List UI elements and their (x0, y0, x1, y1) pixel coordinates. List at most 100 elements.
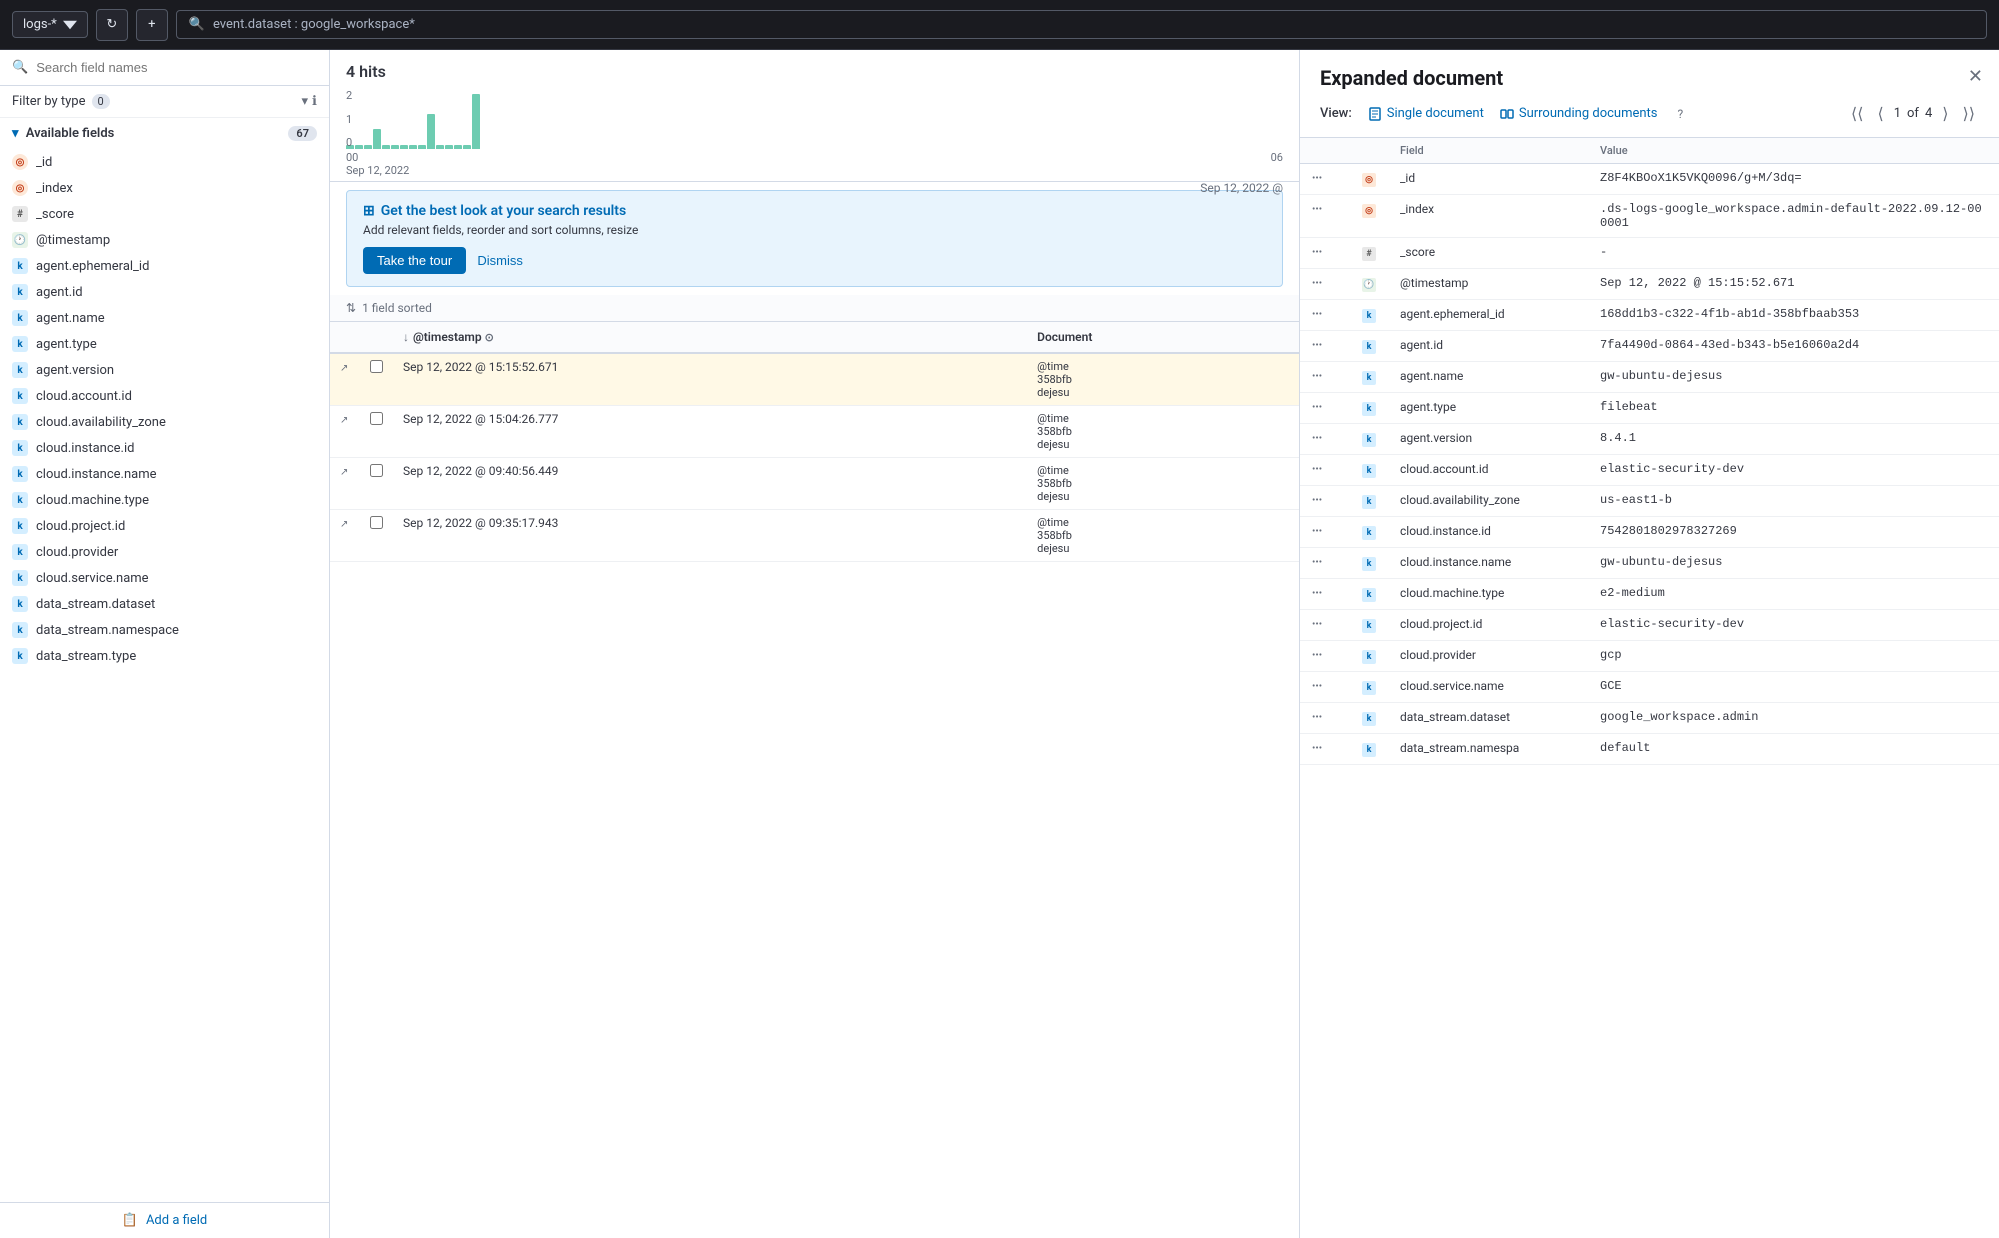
doc-row-actions: ••• (1300, 548, 1350, 579)
doc-cell: @time358bfbdejesu (1027, 406, 1299, 458)
list-item[interactable]: kcloud.machine.type (0, 487, 329, 513)
nav-of: of (1907, 106, 1919, 121)
list-item[interactable]: kagent.ephemeral_id (0, 253, 329, 279)
field-type-icon: k (12, 362, 28, 378)
cycle-button[interactable]: ↻ (96, 9, 128, 41)
doc-row-actions: ••• (1300, 195, 1350, 238)
row-expand[interactable]: ↗ (330, 458, 360, 510)
row-dots: ••• (1312, 588, 1322, 599)
field-type-icon: k (12, 466, 28, 482)
expand-icon[interactable]: ↗ (340, 519, 348, 530)
list-item[interactable]: 🕐@timestamp (0, 227, 329, 253)
doc-field-name: _id (1388, 164, 1588, 195)
field-name: agent.ephemeral_id (36, 259, 149, 274)
chart-bar (364, 145, 372, 149)
help-icon[interactable]: ? (1678, 107, 1684, 121)
search-input[interactable] (36, 60, 317, 75)
row-check[interactable] (360, 510, 393, 562)
list-item[interactable]: ◎_index (0, 175, 329, 201)
field-key-icon: ◎ (1362, 173, 1376, 187)
row-check[interactable] (360, 353, 393, 406)
row-checkbox[interactable] (370, 516, 383, 529)
list-item[interactable]: kagent.version (0, 357, 329, 383)
list-item[interactable]: kdata_stream.namespace (0, 617, 329, 643)
doc-row-actions: ••• (1300, 300, 1350, 331)
doc-field-name: cloud.service.name (1388, 672, 1588, 703)
logs-label: logs-* (23, 17, 57, 32)
chevron-down-icon: ▾ (302, 94, 309, 109)
add-button[interactable]: + (136, 9, 168, 41)
list-item[interactable]: kdata_stream.type (0, 643, 329, 669)
doc-field-name: cloud.provider (1388, 641, 1588, 672)
expand-icon[interactable]: ↗ (340, 415, 348, 426)
list-item[interactable]: kagent.id (0, 279, 329, 305)
row-expand[interactable]: ↗ (330, 406, 360, 458)
row-check[interactable] (360, 458, 393, 510)
expand-icon[interactable]: ↗ (340, 467, 348, 478)
list-item[interactable]: kcloud.account.id (0, 383, 329, 409)
list-item[interactable]: kdata_stream.dataset (0, 591, 329, 617)
field-key-icon: k (1362, 371, 1376, 385)
expand-icon[interactable]: ↗ (340, 363, 348, 374)
list-item[interactable]: #_score (0, 201, 329, 227)
filter-icons[interactable]: ▾ ℹ (302, 94, 317, 109)
list-item[interactable]: kcloud.instance.id (0, 435, 329, 461)
doc-field-value: gw-ubuntu-dejesus (1588, 548, 1999, 579)
list-item[interactable]: kcloud.instance.name (0, 461, 329, 487)
nav-prev-button[interactable]: ⟨ (1873, 102, 1887, 125)
row-expand[interactable]: ↗ (330, 353, 360, 406)
row-dots: ••• (1312, 371, 1322, 382)
list-item[interactable]: kcloud.service.name (0, 565, 329, 591)
row-checkbox[interactable] (370, 412, 383, 425)
doc-row-actions: ••• (1300, 734, 1350, 765)
view-bar: View: Single document Surrounding docume… (1320, 102, 1979, 125)
doc-row-actions: ••• (1300, 362, 1350, 393)
doc-field-row: ••• k cloud.machine.type e2-medium (1300, 579, 1999, 610)
list-item[interactable]: ◎_id (0, 149, 329, 175)
doc-field-value: 8.4.1 (1588, 424, 1999, 455)
row-checkbox[interactable] (370, 464, 383, 477)
chart-bar (400, 145, 408, 149)
row-check[interactable] (360, 406, 393, 458)
nav-first-button[interactable]: ⟨⟨ (1847, 102, 1867, 125)
col-document: Document (1027, 322, 1299, 353)
list-item[interactable]: kagent.type (0, 331, 329, 357)
doc-row-actions: ••• (1300, 641, 1350, 672)
sort-icon: ⇅ (346, 301, 356, 315)
col-timestamp[interactable]: ↓@timestamp ⊙ (393, 322, 1027, 353)
search-icon: 🔍 (12, 60, 28, 75)
row-dots: ••• (1312, 309, 1322, 320)
doc-type-cell: k (1350, 331, 1388, 362)
nav-next-button[interactable]: ⟩ (1938, 102, 1952, 125)
dismiss-button[interactable]: Dismiss (477, 253, 523, 268)
list-item[interactable]: kcloud.availability_zone (0, 409, 329, 435)
chart-bar (382, 145, 390, 149)
list-item[interactable]: kcloud.provider (0, 539, 329, 565)
single-doc-link[interactable]: Single document (1368, 106, 1484, 121)
logs-dropdown[interactable]: logs-* (12, 11, 88, 38)
doc-field-name: agent.type (1388, 393, 1588, 424)
field-name: data_stream.type (36, 649, 136, 664)
take-tour-button[interactable]: Take the tour (363, 247, 466, 274)
doc-type-cell: k (1350, 393, 1388, 424)
row-expand[interactable]: ↗ (330, 510, 360, 562)
row-dots: ••• (1312, 402, 1322, 413)
chart-bars (346, 89, 1283, 149)
nav-last-button[interactable]: ⟩⟩ (1959, 102, 1979, 125)
field-name: cloud.machine.type (36, 493, 149, 508)
list-item[interactable]: kcloud.project.id (0, 513, 329, 539)
doc-type-cell: k (1350, 610, 1388, 641)
row-checkbox[interactable] (370, 360, 383, 373)
list-item[interactable]: kagent.name (0, 305, 329, 331)
row-dots: ••• (1312, 278, 1322, 289)
doc-field-name: _score (1388, 238, 1588, 269)
search-bar[interactable]: 🔍 event.dataset : google_workspace* (176, 10, 1987, 39)
fields-list: ◎_id◎_index#_score🕐@timestampkagent.ephe… (0, 149, 329, 1202)
doc-type-cell: k (1350, 734, 1388, 765)
doc-field-value: filebeat (1588, 393, 1999, 424)
add-field-button[interactable]: 📋 Add a field (0, 1202, 329, 1238)
close-button[interactable]: ✕ (1968, 66, 1983, 87)
doc-field-name: cloud.project.id (1388, 610, 1588, 641)
hits-area: 4 hits 2 1 0 (330, 50, 1299, 182)
surrounding-docs-link[interactable]: Surrounding documents (1500, 106, 1658, 121)
